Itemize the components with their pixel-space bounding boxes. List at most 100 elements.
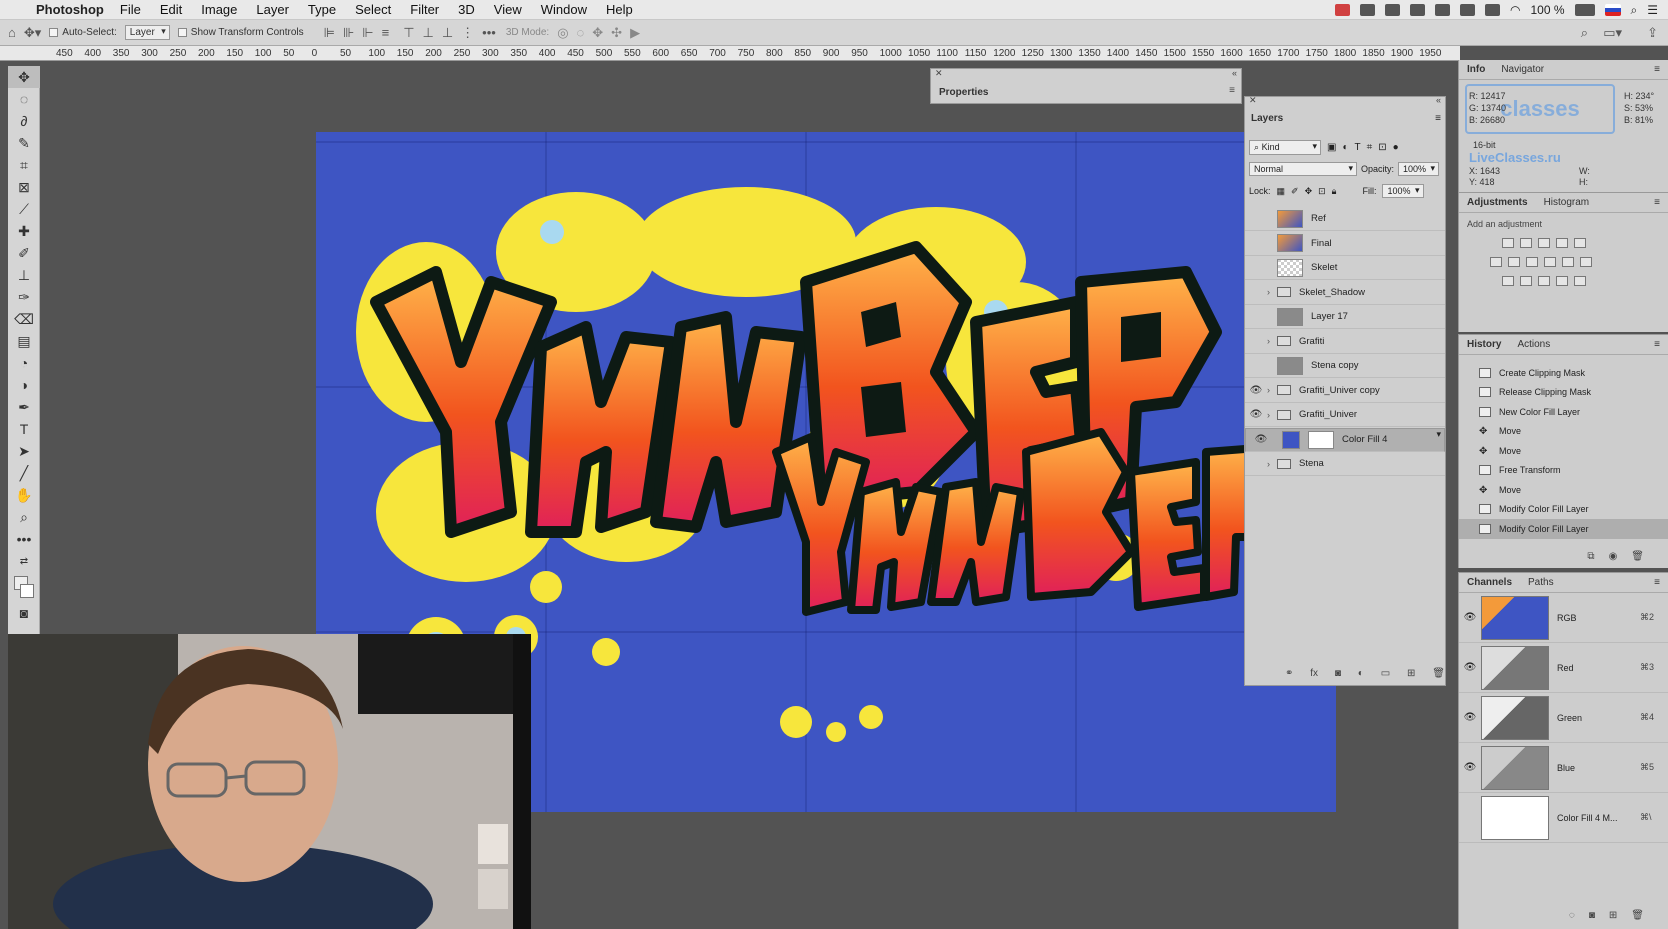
menu-layer[interactable]: Layer	[256, 2, 289, 17]
new-group-icon[interactable]: ▭	[1381, 668, 1390, 679]
history-item[interactable]: Modify Color Fill Layer	[1459, 500, 1668, 520]
layer-style-icon[interactable]: fx	[1310, 668, 1318, 679]
filter-shape-icon[interactable]: ⌗	[1367, 142, 1373, 153]
close-icon[interactable]: ✕	[1249, 95, 1257, 106]
path-selection-tool-icon[interactable]: ➤	[8, 440, 40, 462]
invert-icon[interactable]	[1502, 276, 1514, 286]
link-layers-icon[interactable]: ⚭	[1285, 668, 1293, 679]
show-transform-checkbox[interactable]: Show Transform Controls	[177, 27, 304, 38]
align-right-icon[interactable]: ⊩	[362, 25, 373, 41]
eye-icon[interactable]: 👁︎	[1459, 662, 1481, 673]
load-selection-icon[interactable]: ◌	[1569, 910, 1575, 921]
auto-select-checkbox[interactable]: Auto-Select:	[49, 27, 117, 38]
new-layer-icon[interactable]: ⊞	[1407, 668, 1415, 679]
threshold-icon[interactable]	[1538, 276, 1550, 286]
delete-layer-icon[interactable]: 🗑︎	[1432, 668, 1445, 679]
filter-toggle-icon[interactable]: ●	[1393, 142, 1399, 153]
layer-row[interactable]: Final	[1245, 232, 1445, 256]
healing-brush-tool-icon[interactable]: ✚	[8, 220, 40, 242]
channel-row[interactable]: 👁︎ RGB ⌘2	[1459, 593, 1668, 643]
line-tool-icon[interactable]: ╱	[8, 462, 40, 484]
3d-pan-icon[interactable]: ✥	[592, 25, 603, 41]
lock-transparency-icon[interactable]: ▦	[1277, 186, 1286, 197]
delete-channel-icon[interactable]: 🗑︎	[1631, 910, 1644, 921]
vibrance-icon[interactable]	[1574, 238, 1586, 248]
layer-row[interactable]: › Skelet_Shadow	[1245, 281, 1445, 305]
menu-3d[interactable]: 3D	[458, 2, 475, 17]
dodge-tool-icon[interactable]: ◑	[8, 374, 40, 396]
layer-row[interactable]: Stena copy	[1245, 354, 1445, 378]
zoom-tool-icon[interactable]: ⌕	[8, 506, 40, 528]
tab-actions[interactable]: Actions	[1509, 339, 1558, 350]
chevron-right-icon[interactable]: ›	[1267, 287, 1277, 297]
brush-tool-icon[interactable]: ✐	[8, 242, 40, 264]
history-item[interactable]: ✥ Move	[1459, 441, 1668, 461]
new-channel-icon[interactable]: ⊞	[1609, 910, 1617, 921]
menu-view[interactable]: View	[494, 2, 522, 17]
properties-tab[interactable]: Properties	[939, 87, 988, 98]
menu-select[interactable]: Select	[355, 2, 391, 17]
move-tool-preset-icon[interactable]: ✥▾	[24, 25, 41, 41]
notification-center-icon[interactable]: ☰	[1647, 3, 1658, 17]
menu-window[interactable]: Window	[541, 2, 587, 17]
curves-icon[interactable]	[1538, 238, 1550, 248]
exposure-icon[interactable]	[1556, 238, 1568, 248]
layer-row[interactable]: Layer 17	[1245, 305, 1445, 329]
filter-smart-object-icon[interactable]: ⊡	[1378, 142, 1386, 153]
black-white-icon[interactable]	[1526, 257, 1538, 267]
lock-all-icon[interactable]: 🔒︎	[1332, 186, 1337, 197]
add-mask-icon[interactable]: ◙	[1335, 668, 1341, 679]
eraser-tool-icon[interactable]: ⌫	[8, 308, 40, 330]
layer-row[interactable]: 👁︎ › Grafiti_Univer	[1245, 403, 1445, 427]
move-tool-icon[interactable]: ✥	[8, 66, 40, 88]
search-icon[interactable]: ⌕	[1631, 3, 1638, 18]
history-item[interactable]: ✥ Move	[1459, 422, 1668, 442]
app-name[interactable]: Photoshop	[36, 2, 104, 17]
home-icon[interactable]: ⌂	[8, 25, 16, 40]
menu-filter[interactable]: Filter	[410, 2, 439, 17]
align-center-icon[interactable]: ⊪	[343, 25, 354, 41]
channel-row[interactable]: 👁︎ Blue ⌘5	[1459, 743, 1668, 793]
layer-row[interactable]: › Grafiti	[1245, 330, 1445, 354]
lock-position-icon[interactable]: ✥	[1305, 186, 1313, 197]
distribute-vertical-icon[interactable]: ⋮	[461, 25, 474, 41]
edit-toolbar-icon[interactable]: •••	[8, 528, 40, 550]
color-swatches[interactable]	[8, 572, 40, 602]
eye-icon[interactable]: 👁︎	[1245, 409, 1267, 420]
align-bottom-icon[interactable]: ⊥	[442, 25, 453, 41]
levels-icon[interactable]	[1520, 238, 1532, 248]
selective-color-icon[interactable]	[1556, 276, 1568, 286]
tab-channels[interactable]: Channels	[1459, 577, 1520, 588]
chevron-right-icon[interactable]: ›	[1267, 459, 1277, 469]
posterize-icon[interactable]	[1520, 276, 1532, 286]
layer-row[interactable]: Ref	[1245, 207, 1445, 231]
tab-paths[interactable]: Paths	[1520, 577, 1562, 588]
history-brush-tool-icon[interactable]: ✑	[8, 286, 40, 308]
panel-menu-icon[interactable]: ≡	[1646, 64, 1668, 75]
flag-ru-icon[interactable]	[1604, 4, 1621, 16]
lock-artboard-icon[interactable]: ⊡	[1318, 186, 1326, 197]
tab-adjustments[interactable]: Adjustments	[1459, 197, 1536, 208]
tab-histogram[interactable]: Histogram	[1536, 197, 1598, 208]
pen-tool-icon[interactable]: ✒	[8, 396, 40, 418]
filter-type-icon[interactable]: T	[1355, 142, 1361, 153]
panel-menu-icon[interactable]: ≡	[1646, 339, 1668, 350]
hue-saturation-icon[interactable]	[1490, 257, 1502, 267]
creative-cloud-icon[interactable]	[1409, 4, 1425, 16]
quick-select-tool-icon[interactable]: ✎	[8, 132, 40, 154]
history-item[interactable]: Release Clipping Mask	[1459, 383, 1668, 403]
close-icon[interactable]: ✕	[935, 68, 943, 79]
battery-icon[interactable]	[1574, 4, 1595, 16]
gradient-map-icon[interactable]	[1574, 276, 1586, 286]
chevron-right-icon[interactable]: ›	[1267, 385, 1277, 395]
eye-icon[interactable]: 👁︎	[1459, 612, 1481, 623]
lasso-tool-icon[interactable]: ∂	[8, 110, 40, 132]
align-top-icon[interactable]: ⊤	[403, 25, 414, 41]
blur-tool-icon[interactable]: ◔	[8, 352, 40, 374]
share-icon[interactable]: ⇪	[1647, 25, 1658, 41]
channel-row[interactable]: 👁︎ Green ⌘4	[1459, 693, 1668, 743]
eye-icon[interactable]: 👁︎	[1250, 434, 1272, 445]
lock-pixels-icon[interactable]: ✐	[1291, 186, 1299, 197]
save-selection-icon[interactable]: ◙	[1589, 910, 1595, 921]
new-adjustment-icon[interactable]: ◐	[1358, 668, 1364, 679]
